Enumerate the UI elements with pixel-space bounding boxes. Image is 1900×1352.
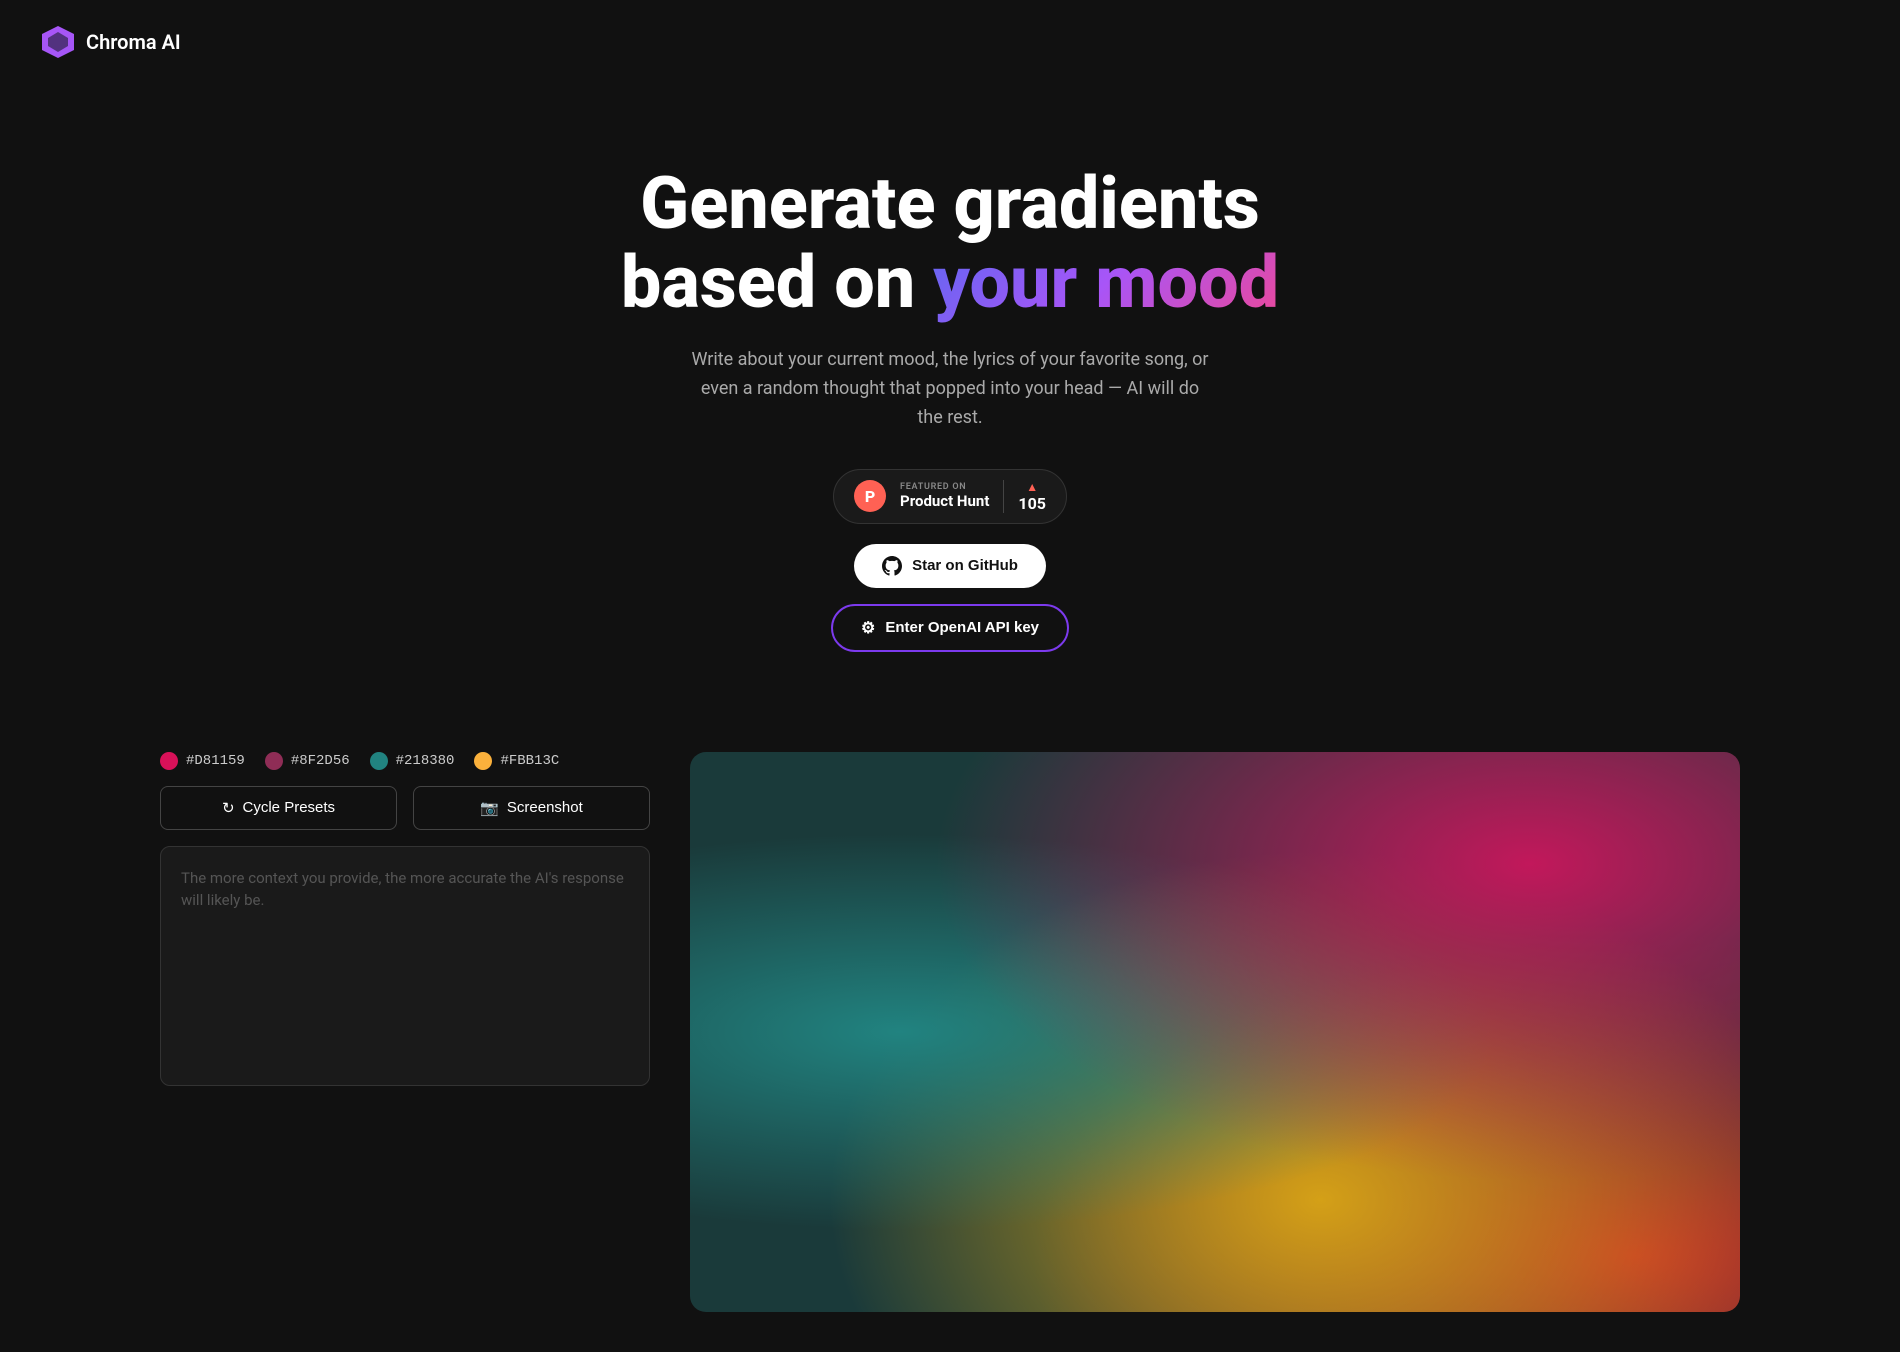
product-hunt-arrow-icon: ▲ [1026,480,1038,494]
product-hunt-logo: P [854,480,886,512]
screenshot-label: Screenshot [507,799,583,816]
product-hunt-score: ▲ 105 [1003,480,1046,513]
api-key-button[interactable]: ⚙ Enter OpenAI API key [831,604,1069,652]
color-label-2: #218380 [396,753,455,769]
left-panel: #D81159 #8F2D56 #218380 #FBB13C ↻ Cycle … [160,752,650,1312]
hero-subtitle: Write about your current mood, the lyric… [690,346,1210,432]
mood-input[interactable] [160,846,650,1086]
action-buttons: ↻ Cycle Presets 📷 Screenshot [160,786,650,830]
screenshot-button[interactable]: 📷 Screenshot [413,786,650,830]
cycle-presets-label: Cycle Presets [243,799,336,816]
product-hunt-count: 105 [1018,494,1046,513]
hero-title-part1: Generate gradients [640,161,1260,246]
product-hunt-featured-label: FEATURED ON [900,482,966,492]
cycle-icon: ↻ [222,799,235,817]
logo[interactable]: Chroma AI [40,24,181,60]
github-button-label: Star on GitHub [912,557,1018,574]
chroma-logo-icon [40,24,76,60]
color-dot-2 [370,752,388,770]
hero-title-part2: based on [621,240,915,325]
gradient-preview [690,752,1740,1312]
hero-title-highlight: your mood [933,240,1279,325]
color-dot-3 [474,752,492,770]
logo-text: Chroma AI [86,30,181,54]
hero-section: Generate gradients based on your mood Wr… [0,84,1900,712]
main-content: #D81159 #8F2D56 #218380 #FBB13C ↻ Cycle … [0,712,1900,1352]
product-hunt-badge[interactable]: P FEATURED ON Product Hunt ▲ 105 [833,469,1067,524]
github-icon [882,556,902,576]
product-hunt-name: Product Hunt [900,492,989,510]
color-label-0: #D81159 [186,753,245,769]
color-dot-1 [265,752,283,770]
color-swatch-1: #8F2D56 [265,752,350,770]
color-swatch-2: #218380 [370,752,455,770]
gear-icon: ⚙ [861,618,875,638]
cycle-presets-button[interactable]: ↻ Cycle Presets [160,786,397,830]
color-swatch-3: #FBB13C [474,752,559,770]
hero-title: Generate gradients based on your mood [621,164,1279,322]
product-hunt-text: FEATURED ON Product Hunt [900,482,989,510]
color-label-1: #8F2D56 [291,753,350,769]
api-key-button-label: Enter OpenAI API key [885,619,1039,636]
color-swatches: #D81159 #8F2D56 #218380 #FBB13C [160,752,650,770]
color-swatch-0: #D81159 [160,752,245,770]
camera-icon: 📷 [480,799,499,817]
color-label-3: #FBB13C [500,753,559,769]
header: Chroma AI [0,0,1900,84]
github-button[interactable]: Star on GitHub [854,544,1046,588]
color-dot-0 [160,752,178,770]
